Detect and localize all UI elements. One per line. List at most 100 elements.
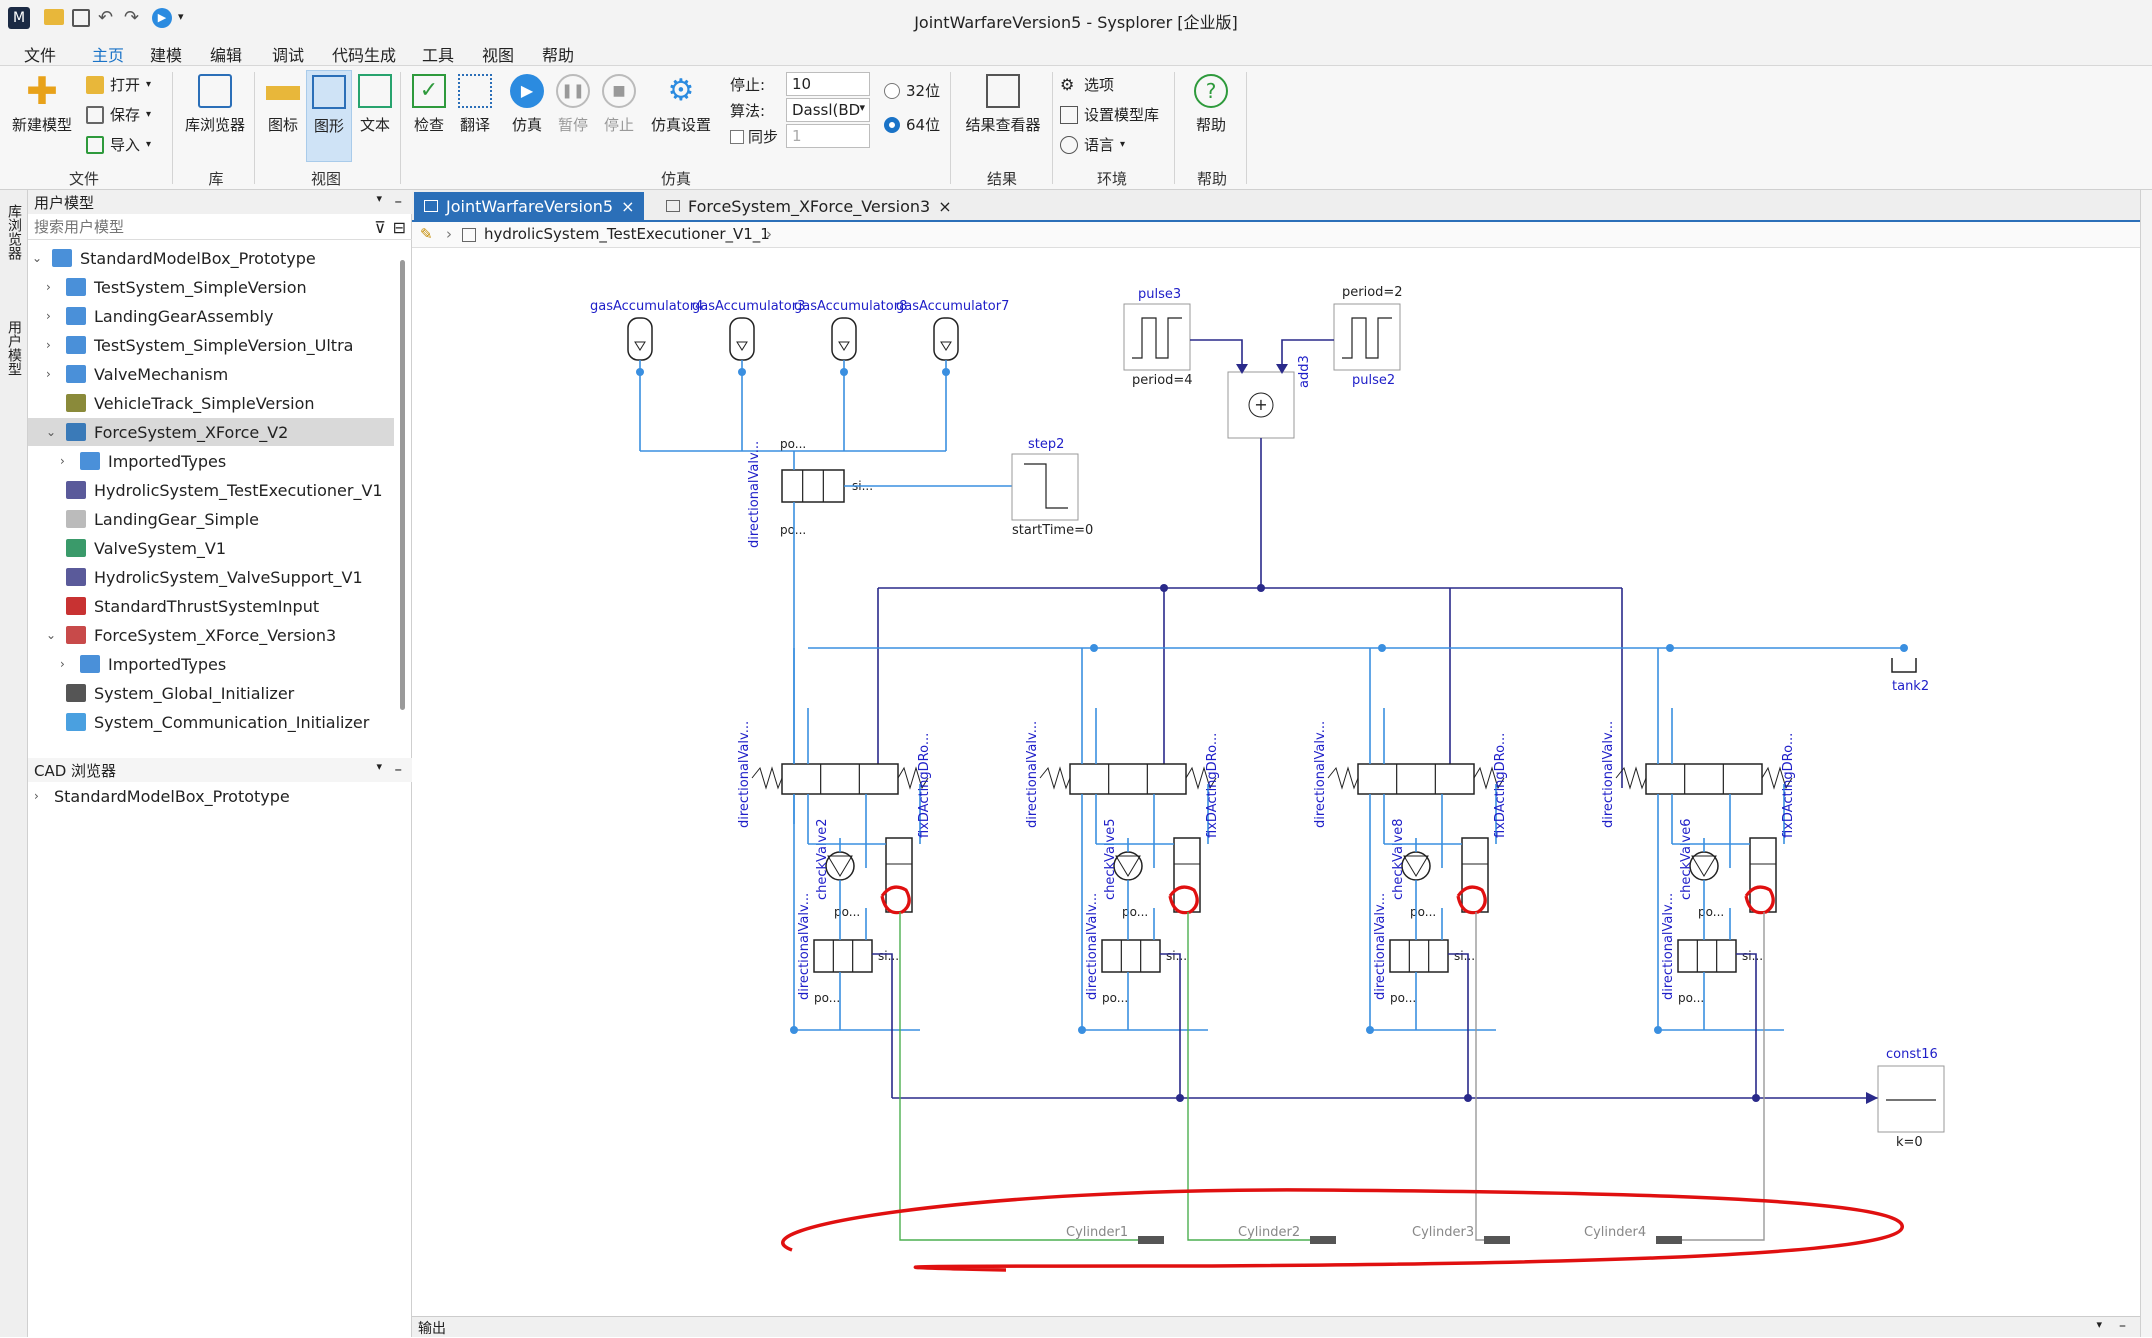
sub-valve-label: directionalValv... <box>797 893 812 1000</box>
cad-minimize-icon[interactable]: – <box>395 760 403 778</box>
chevron-icon[interactable]: ⌄ <box>46 425 60 439</box>
tab-forcesystem[interactable]: ForceSystem_XForce_Version3 × <box>656 192 962 220</box>
group-file-label: 文件 <box>68 170 99 188</box>
pencil-icon[interactable]: ✎ <box>420 225 433 243</box>
spring <box>1039 766 1071 790</box>
menu-modeling[interactable]: 建模 <box>150 42 182 66</box>
output-collapse-icon[interactable]: ▾ <box>2096 1318 2102 1331</box>
main-directional-valve <box>1357 763 1475 795</box>
sync-checkbox[interactable]: 同步 <box>730 126 778 147</box>
junction-dot <box>1666 644 1674 652</box>
chevron-icon[interactable]: › <box>60 657 74 671</box>
stop-button[interactable]: ■ 停止 <box>598 74 640 135</box>
text-view-button[interactable]: 文本 <box>354 74 396 135</box>
junction-dot <box>1176 1094 1184 1102</box>
algorithm-select[interactable]: Dassl(BD ▾ <box>786 98 870 122</box>
set-lib-button[interactable]: 设置模型库 <box>1060 104 1159 125</box>
menu-codegen[interactable]: 代码生成 <box>332 42 396 66</box>
new-model-button[interactable]: ✚ 新建模型 <box>8 72 76 135</box>
tree-item[interactable]: ⌄ StandardModelBox_Prototype <box>28 244 394 272</box>
check-icon: ✓ <box>412 74 446 108</box>
chevron-icon[interactable]: › <box>60 454 74 468</box>
search-input[interactable] <box>28 216 348 238</box>
tree-item[interactable]: LandingGear_Simple <box>28 505 394 533</box>
lib-browser-button[interactable]: 库浏览器 <box>180 74 250 135</box>
options-button[interactable]: ⚙ 选项 <box>1060 74 1114 95</box>
model-icon <box>66 568 86 586</box>
chevron-icon[interactable]: › <box>46 309 60 323</box>
menu-edit[interactable]: 编辑 <box>210 42 242 66</box>
output-minimize-icon[interactable]: – <box>2119 1318 2126 1334</box>
stop-time-input[interactable]: 10 <box>786 72 870 96</box>
close-icon[interactable]: × <box>621 197 634 216</box>
simulate-button[interactable]: ▶ 仿真 <box>506 74 548 135</box>
tree-item[interactable]: ⌄ ForceSystem_XForce_V2 <box>28 418 394 446</box>
const-param: k=0 <box>1896 1135 1923 1150</box>
chevron-icon[interactable]: › <box>46 367 60 381</box>
tree-item[interactable]: › ImportedTypes <box>28 650 394 678</box>
junction-dot <box>636 368 644 376</box>
menu-help[interactable]: 帮助 <box>542 42 574 66</box>
tree-item[interactable]: StandardThrustSystemInput <box>28 592 394 620</box>
junction-dot <box>942 368 950 376</box>
menu-debug[interactable]: 调试 <box>272 42 304 66</box>
panel-dropdown-icon[interactable]: ▾ <box>376 192 382 205</box>
cad-dropdown-icon[interactable]: ▾ <box>376 760 382 773</box>
menu-tools[interactable]: 工具 <box>422 42 454 66</box>
const-label: const16 <box>1886 1047 1938 1062</box>
port-label: si... <box>1166 949 1187 963</box>
tree-item[interactable]: HydrolicSystem_TestExecutioner_V1 <box>28 476 394 504</box>
collapse-all-icon[interactable]: ⊟ <box>393 218 406 237</box>
right-panel-edge <box>2140 190 2152 1337</box>
tab-jointwarfare[interactable]: JointWarfareVersion5 × <box>414 192 645 220</box>
tree-item[interactable]: System_Communication_Initializer <box>28 708 394 736</box>
filter-icon[interactable]: ⊽ <box>374 218 386 237</box>
stop-time-label: 停止: <box>730 76 766 94</box>
vtab-user-models[interactable]: 用户模型 <box>4 320 24 376</box>
tree-item[interactable]: › LandingGearAssembly <box>28 302 394 330</box>
tree-item[interactable]: System_Global_Initializer <box>28 679 394 707</box>
tree-item[interactable]: › TestSystem_SimpleVersion <box>28 273 394 301</box>
output-label: Cylinder3 <box>1412 1225 1474 1240</box>
icon-view-button[interactable]: 图标 <box>262 74 304 135</box>
chevron-icon[interactable]: ⌄ <box>32 251 46 265</box>
close-icon[interactable]: × <box>938 197 951 216</box>
chevron-icon[interactable]: › <box>46 280 60 294</box>
diagram-view-button[interactable]: 图形 <box>306 70 352 162</box>
tree-item[interactable]: HydrolicSystem_ValveSupport_V1 <box>28 563 394 591</box>
tree-item[interactable]: › ValveMechanism <box>28 360 394 388</box>
sim-settings-button[interactable]: ⚙ 仿真设置 <box>646 74 716 135</box>
result-viewer-button[interactable]: 结果查看器 <box>958 74 1048 135</box>
check-button[interactable]: ✓ 检查 <box>408 74 450 135</box>
diagram-canvas[interactable]: gasAccumulator4 gasAccumulator3 gasAccumul… <box>412 248 2140 1316</box>
menu-file[interactable]: 文件 <box>24 42 56 66</box>
open-button[interactable]: 打开 ▾ <box>86 74 151 95</box>
bit32-radio[interactable]: 32位 <box>884 80 940 101</box>
help-button[interactable]: ? 帮助 <box>1186 74 1236 135</box>
tree-scrollbar[interactable] <box>400 260 405 710</box>
bit64-radio[interactable]: 64位 <box>884 114 940 135</box>
chevron-icon[interactable]: ⌄ <box>46 628 60 642</box>
pause-button[interactable]: ❚❚ 暂停 <box>552 74 594 135</box>
title-bar: M ↶ ↷ ▶ ▾ JointWarfareVersion5 - Sysplor… <box>0 0 2152 38</box>
import-button[interactable]: 导入 ▾ <box>86 134 151 155</box>
panel-minimize-icon[interactable]: – <box>395 192 403 210</box>
spring <box>751 766 783 790</box>
top-valve-label: directionalValv... <box>747 441 762 548</box>
breadcrumb-item[interactable]: hydrolicSystem_TestExecutioner_V1_1 <box>484 225 770 243</box>
tree-item[interactable]: VehicleTrack_SimpleVersion <box>28 389 394 417</box>
vtab-library-browser[interactable]: 库浏览器 <box>4 204 24 260</box>
sync-input[interactable]: 1 <box>786 124 870 148</box>
output-label[interactable]: 输出 <box>418 1321 446 1337</box>
language-button[interactable]: 语言 ▾ <box>1060 134 1125 155</box>
tree-item[interactable]: ValveSystem_V1 <box>28 534 394 562</box>
translate-button[interactable]: 翻译 <box>454 74 496 135</box>
port-label: po... <box>814 991 840 1005</box>
tree-item[interactable]: › ImportedTypes <box>28 447 394 475</box>
tree-item[interactable]: › TestSystem_SimpleVersion_Ultra <box>28 331 394 359</box>
tree-item[interactable]: ⌄ ForceSystem_XForce_Version3 <box>28 621 394 649</box>
chevron-icon[interactable]: › <box>46 338 60 352</box>
cad-tree-item[interactable]: › StandardModelBox_Prototype <box>34 782 290 810</box>
save-button[interactable]: 保存 ▾ <box>86 104 151 125</box>
menu-view[interactable]: 视图 <box>482 42 514 66</box>
